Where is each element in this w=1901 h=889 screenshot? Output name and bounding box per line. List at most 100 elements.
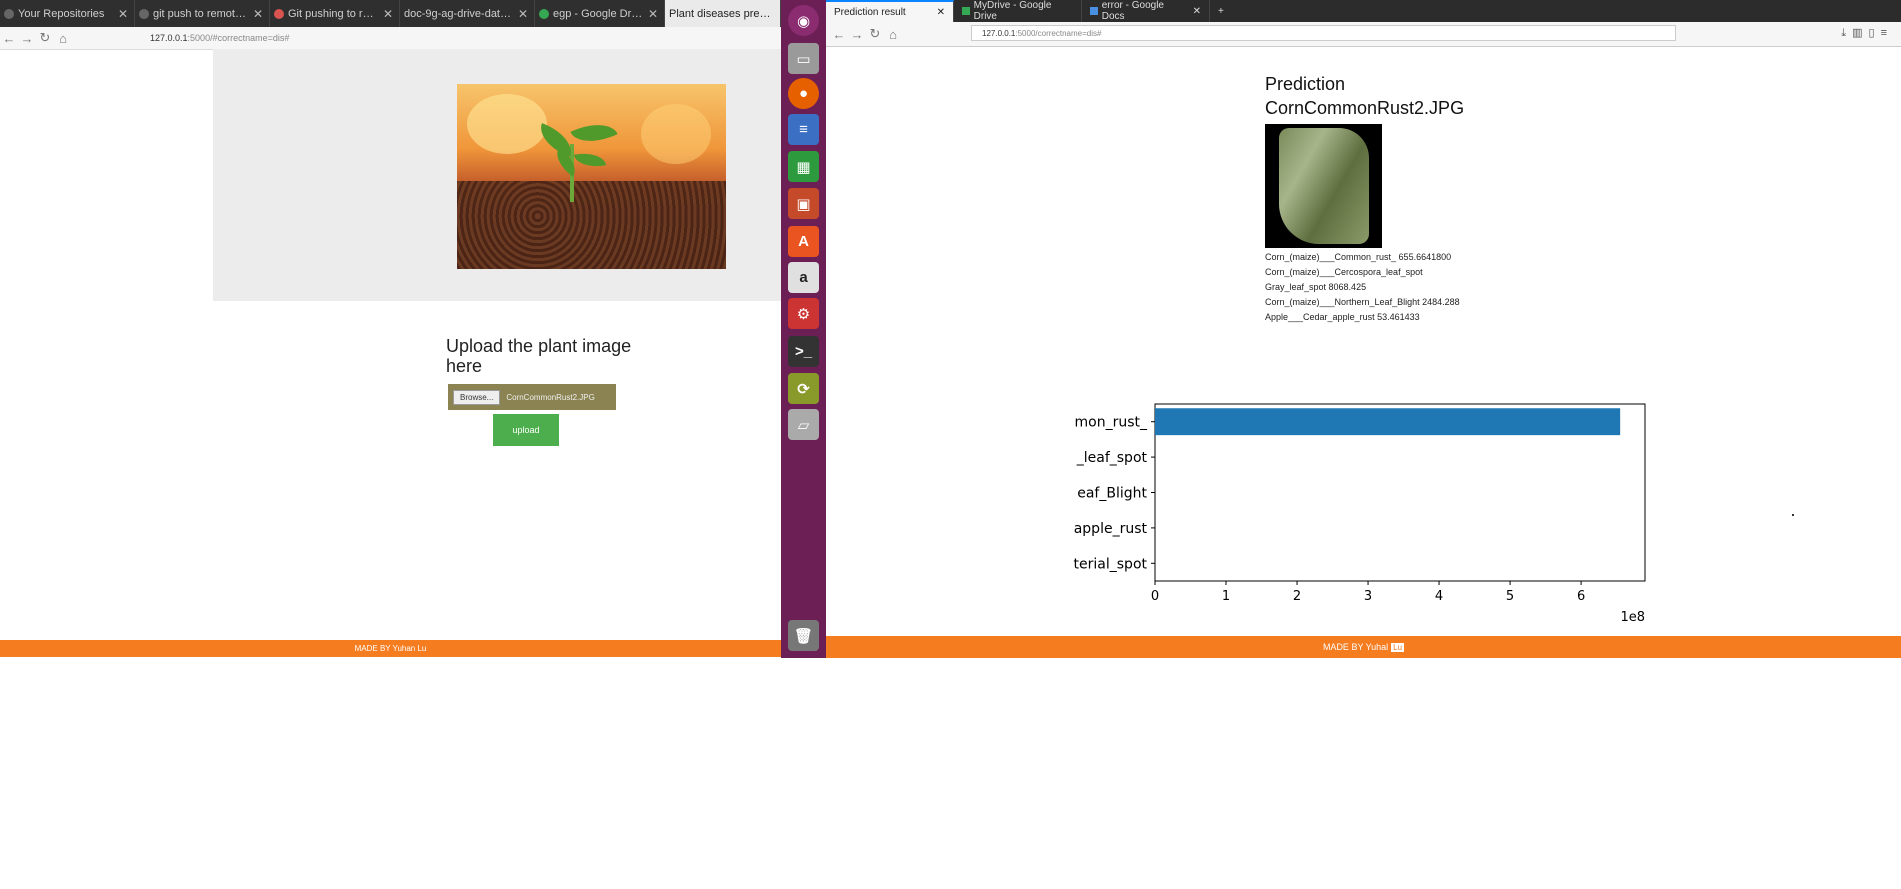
tab-prediction-result[interactable]: Prediction result ✕	[826, 0, 954, 22]
git-icon	[274, 8, 284, 19]
right-browser-window: Prediction result ✕ MyDrive - Google Dri…	[826, 0, 1901, 658]
y-tick-label: _leaf_spot	[1076, 450, 1148, 466]
uploaded-leaf-image	[1265, 124, 1382, 248]
prediction-item: Corn_(maize)___Northern_Leaf_Blight 2484…	[1265, 297, 1460, 307]
x-tick-label: 3	[1364, 589, 1372, 604]
upload-button[interactable]: upload	[493, 414, 559, 446]
footer-tag: Lu	[1391, 642, 1405, 652]
calc-icon[interactable]: ▦	[788, 151, 819, 182]
close-icon[interactable]: ✕	[648, 7, 658, 21]
forward-icon[interactable]: →	[18, 31, 36, 46]
url-host: 127.0.0.1	[150, 33, 188, 43]
address-bar[interactable]: 127.0.0.1:5000/correctname=dis#	[971, 25, 1676, 41]
tab-label: error - Google Docs	[1101, 0, 1164, 22]
left-tab-bar: Your Repositories ✕ git push to remote b…	[0, 0, 781, 27]
amazon-icon[interactable]: a	[788, 262, 819, 293]
home-icon[interactable]: ⌂	[54, 31, 72, 46]
prediction-heading: Prediction	[1265, 74, 1346, 94]
seedling-image	[457, 84, 726, 269]
prediction-item: Corn_(maize)___Common_rust_ 655.6641800	[1265, 252, 1452, 262]
library-icon[interactable]: ▥	[1852, 27, 1868, 39]
bar	[1155, 408, 1621, 436]
menu-icon[interactable]: ≡	[1881, 27, 1893, 39]
forward-icon[interactable]: →	[848, 27, 866, 42]
prediction-item: Apple___Cedar_apple_rust 53.461433	[1265, 312, 1420, 322]
plus-icon: +	[1218, 5, 1224, 17]
browse-button[interactable]: Browse...	[453, 389, 501, 405]
x-tick-label: 4	[1435, 589, 1443, 604]
close-icon[interactable]: ✕	[253, 7, 263, 21]
google-drive-icon	[962, 7, 970, 15]
sidebar-icon[interactable]: ▯	[1869, 27, 1881, 39]
tab-label: Your Repositories	[18, 7, 105, 20]
close-icon[interactable]: ✕	[383, 7, 393, 21]
update-icon[interactable]: ⟳	[788, 373, 819, 404]
tab-label: Plant diseases predictor	[669, 7, 774, 20]
new-tab-button[interactable]: +	[1210, 0, 1234, 22]
reload-icon[interactable]: ↻	[36, 30, 54, 46]
prediction-item: Corn_(maize)___Cercospora_leaf_spot Gray…	[1265, 267, 1423, 292]
stray-pixel	[1792, 514, 1794, 516]
back-icon[interactable]: ←	[0, 31, 18, 46]
file-input[interactable]: Browse... CornCommonRust2.JPG	[448, 384, 616, 410]
google-docs-icon	[1090, 7, 1098, 15]
reload-icon[interactable]: ↻	[866, 26, 884, 42]
github-icon	[4, 8, 14, 19]
x-tick-label: 6	[1577, 589, 1585, 604]
right-nav-bar: ← → ↻ ⌂ 127.0.0.1:5000/correctname=dis# …	[826, 22, 1901, 47]
toolbar-icons: ⤓▥▯≡	[1841, 26, 1893, 40]
writer-icon[interactable]: ≡	[788, 114, 819, 145]
software-center-icon[interactable]: A	[788, 226, 819, 257]
close-icon[interactable]: ✕	[118, 7, 128, 21]
stackoverflow-icon	[139, 8, 149, 19]
right-tab-bar: Prediction result ✕ MyDrive - Google Dri…	[826, 0, 1901, 22]
left-nav-bar: ← → ↻ ⌂ 127.0.0.1:5000/#correctname=dis#	[0, 27, 781, 50]
url-path: :5000/#correctname=dis#	[187, 33, 290, 43]
hero-banner	[213, 49, 781, 301]
x-offset-label: 1e8	[1620, 610, 1645, 625]
footer: MADE BY Yuhal Lu	[826, 636, 1901, 658]
firefox-icon[interactable]: ●	[788, 78, 819, 109]
address-bar[interactable]: 127.0.0.1:5000/#correctname=dis#	[150, 33, 289, 43]
ubuntu-logo-icon[interactable]: ◉	[788, 5, 819, 36]
footer: MADE BY Yuhan Lu	[0, 640, 781, 657]
close-icon[interactable]: ✕	[518, 7, 528, 21]
terminal-icon[interactable]: >_	[788, 336, 819, 367]
tab-label: Prediction result	[834, 6, 906, 18]
tab-label: Git pushing to remote b	[288, 7, 379, 20]
tab-git-push-remote-bra[interactable]: git push to remote bra ✕	[135, 0, 270, 27]
tab-label: doc-9g-ag-drive-data-expo	[404, 7, 514, 20]
prediction-title: Prediction CornCommonRust2.JPG	[1265, 72, 1464, 120]
tab-label: egp - Google Drive	[553, 7, 644, 20]
x-tick-label: 0	[1151, 589, 1159, 604]
tab-error-docs[interactable]: error - Google Docs ✕	[1082, 0, 1210, 22]
upload-heading: Upload the plant image here	[446, 336, 632, 376]
footer-text: MADE BY Yuhal	[1322, 642, 1389, 652]
x-tick-label: 1	[1222, 589, 1230, 604]
selected-file-name: CornCommonRust2.JPG	[506, 392, 595, 402]
tab-egp-google-drive[interactable]: egp - Google Drive ✕	[535, 0, 665, 27]
tab-your-repositories[interactable]: Your Repositories ✕	[0, 0, 135, 27]
trash-icon[interactable]: 🗑	[788, 620, 819, 651]
impress-icon[interactable]: ▣	[788, 188, 819, 219]
drive-icon[interactable]: ▱	[788, 409, 819, 440]
tab-plant-diseases-predictor[interactable]: Plant diseases predictor	[665, 0, 781, 27]
back-icon[interactable]: ←	[830, 27, 848, 42]
close-icon[interactable]: ✕	[1187, 6, 1201, 17]
tab-doc-drive-data[interactable]: doc-9g-ag-drive-data-expo ✕	[400, 0, 535, 27]
tab-mydrive[interactable]: MyDrive - Google Drive	[954, 0, 1082, 22]
url-path: :5000/correctname=dis#	[1015, 28, 1102, 38]
home-icon[interactable]: ⌂	[884, 27, 902, 42]
settings-icon[interactable]: ⚙	[788, 298, 819, 329]
tab-label: MyDrive - Google Drive	[973, 0, 1052, 22]
files-icon[interactable]: ▭	[788, 43, 819, 74]
prediction-filename: CornCommonRust2.JPG	[1265, 98, 1465, 118]
x-tick-label: 2	[1293, 589, 1301, 604]
y-tick-label: mon_rust_	[1075, 415, 1148, 431]
download-icon[interactable]: ⤓	[1841, 27, 1852, 39]
tab-git-pushing[interactable]: Git pushing to remote b ✕	[270, 0, 400, 27]
x-tick-label: 5	[1506, 589, 1514, 604]
ubuntu-launcher: ◉ ▭ ● ≡ ▦ ▣ A a ⚙ >_ ⟳ ▱ 🗑	[781, 0, 826, 658]
url-host: 127.0.0.1	[982, 28, 1016, 38]
close-icon[interactable]: ✕	[931, 7, 945, 18]
